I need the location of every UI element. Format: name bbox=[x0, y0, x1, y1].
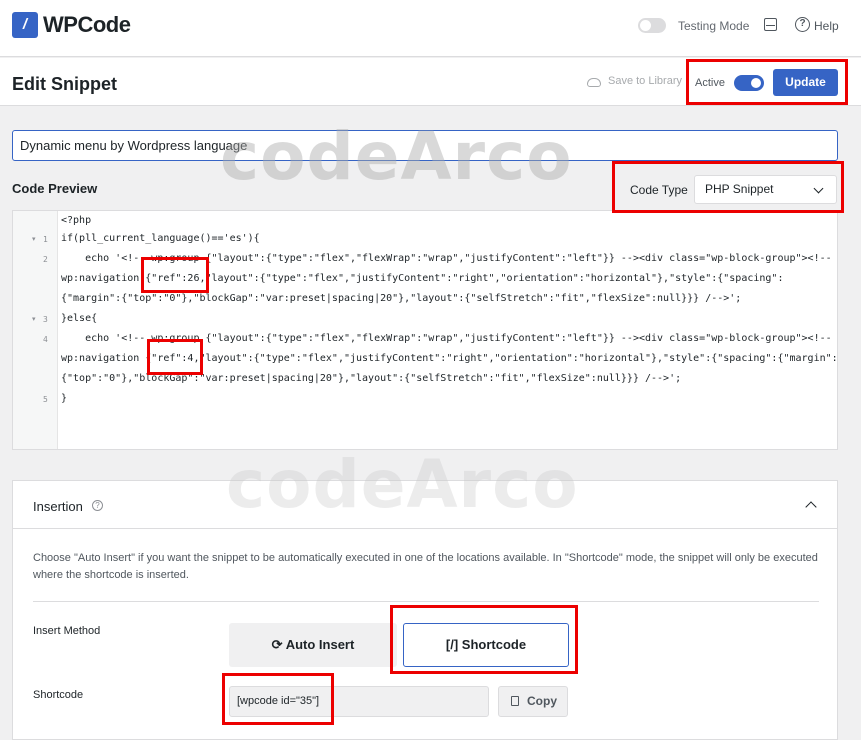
save-to-library-link[interactable]: Save to Library bbox=[608, 75, 682, 87]
code-line: wp:navigation {"ref":26,"layout":{"type"… bbox=[61, 273, 784, 284]
top-bar: / WPCode Testing Mode ? Help bbox=[0, 0, 861, 57]
code-line: {"top":"0"},"blockGap":"var:preset|spaci… bbox=[61, 373, 682, 384]
inbox-icon[interactable] bbox=[764, 18, 777, 31]
insertion-title: Insertion bbox=[33, 499, 83, 514]
line-gutter bbox=[13, 211, 58, 449]
watermark: codeArco bbox=[226, 446, 579, 523]
copy-label: Copy bbox=[527, 694, 557, 708]
code-editor[interactable]: <?php ▾ 1 if(pll_current_language()=='es… bbox=[12, 210, 838, 450]
line-number: 5 bbox=[43, 395, 48, 404]
line-number: 3 bbox=[43, 315, 48, 324]
testing-mode-toggle[interactable] bbox=[638, 18, 666, 33]
line-number: 4 bbox=[43, 335, 48, 344]
code-type-label: Code Type bbox=[630, 183, 688, 197]
watermark: codeArco bbox=[220, 118, 573, 195]
fold-arrow-icon[interactable]: ▾ bbox=[32, 235, 36, 243]
chevron-up-icon[interactable] bbox=[805, 501, 817, 513]
insert-method-label: Insert Method bbox=[33, 625, 101, 637]
code-line: <?php bbox=[61, 215, 92, 226]
code-preview-label: Code Preview bbox=[12, 181, 98, 196]
code-line: if(pll_current_language()=='es'){ bbox=[61, 233, 260, 244]
code-line: } bbox=[61, 393, 68, 404]
code-type-value: PHP Snippet bbox=[705, 182, 774, 196]
update-button[interactable]: Update bbox=[773, 69, 838, 96]
divider bbox=[33, 601, 819, 602]
help-link[interactable]: Help bbox=[814, 19, 839, 33]
wpcode-logo-icon: / bbox=[12, 12, 38, 38]
fold-arrow-icon[interactable]: ▾ bbox=[32, 315, 36, 323]
copy-button[interactable]: Copy bbox=[498, 686, 568, 717]
chevron-down-icon bbox=[813, 183, 824, 194]
code-line: {"margin":{"top":"0"},"blockGap":"var:pr… bbox=[61, 293, 742, 304]
wpcode-logo-text: WPCode bbox=[43, 12, 131, 37]
help-icon[interactable]: ? bbox=[795, 17, 810, 32]
shortcode-label: Shortcode bbox=[33, 689, 84, 701]
code-line: echo '<!-- wp:group {"layout":{"type":"f… bbox=[61, 253, 832, 264]
cloud-icon bbox=[587, 78, 601, 87]
insertion-description: Choose "Auto Insert" if you want the sni… bbox=[33, 552, 818, 581]
copy-icon bbox=[511, 696, 519, 706]
line-number: 1 bbox=[43, 235, 48, 244]
code-line: wp:navigation {"ref":4,"layout":{"type":… bbox=[61, 353, 838, 364]
edit-snippet-header: Edit Snippet Save to Library Active Upda… bbox=[0, 58, 861, 106]
auto-insert-button[interactable]: ⟳ Auto Insert bbox=[229, 623, 397, 667]
code-line: echo '<!-- wp:group {"layout":{"type":"f… bbox=[61, 333, 832, 344]
active-label: Active bbox=[695, 77, 725, 89]
active-toggle[interactable] bbox=[734, 75, 764, 91]
code-type-select[interactable]: PHP Snippet bbox=[694, 175, 837, 204]
shortcode-button[interactable]: [/] Shortcode bbox=[403, 623, 569, 667]
line-number: 2 bbox=[43, 255, 48, 264]
info-icon[interactable]: ? bbox=[92, 500, 103, 511]
testing-mode-label: Testing Mode bbox=[678, 19, 750, 33]
shortcode-field[interactable]: [wpcode id="35"] bbox=[229, 686, 489, 717]
code-line: }else{ bbox=[61, 313, 98, 324]
page-title: Edit Snippet bbox=[12, 74, 117, 94]
